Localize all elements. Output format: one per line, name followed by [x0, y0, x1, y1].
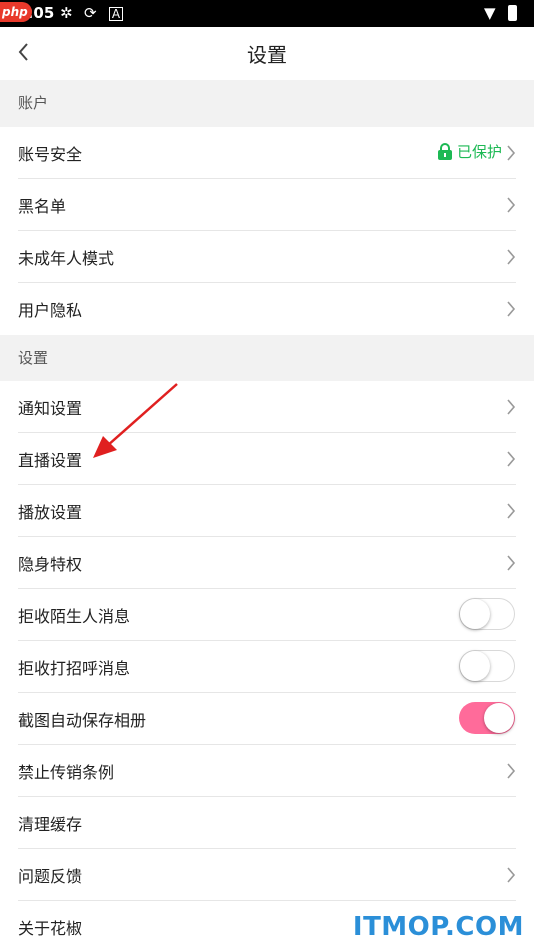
row-label: 播放设置	[18, 503, 83, 522]
nav-bar: 设置	[0, 27, 534, 79]
notification-icon: ✲	[60, 4, 73, 22]
row-label: 隐身特权	[18, 555, 83, 574]
row-label: 截图自动保存相册	[18, 711, 147, 730]
row-live-settings[interactable]: 直播设置	[0, 433, 534, 485]
php-badge: php	[0, 2, 32, 22]
row-label: 黑名单	[18, 197, 67, 216]
wifi-icon: ▼	[484, 4, 496, 22]
sync-icon: ⟳	[84, 4, 97, 22]
chevron-right-icon	[507, 763, 516, 779]
row-label: 账号安全	[18, 145, 83, 164]
section-header-settings: 设置	[0, 335, 534, 381]
reject-greeting-toggle[interactable]	[459, 650, 515, 682]
annotation-arrow-icon	[93, 383, 178, 458]
row-label: 未成年人模式	[18, 249, 115, 268]
row-label: 用户隐私	[18, 301, 83, 320]
protection-status-text: 已保护	[456, 143, 502, 161]
lock-icon	[437, 142, 452, 160]
status-bar: 3:05 php ✲ ⟳ A ▼	[0, 0, 534, 27]
row-label: 关于花椒	[18, 919, 83, 938]
row-feedback[interactable]: 问题反馈	[0, 849, 534, 901]
row-label: 拒收陌生人消息	[18, 607, 131, 626]
chevron-right-icon	[507, 867, 516, 883]
a-icon: A	[109, 7, 123, 21]
row-user-privacy[interactable]: 用户隐私	[0, 283, 534, 335]
chevron-right-icon	[507, 301, 516, 317]
row-clear-cache[interactable]: 清理缓存	[0, 797, 534, 849]
row-screenshot-auto-save: 截图自动保存相册	[0, 693, 534, 745]
chevron-right-icon	[507, 555, 516, 571]
row-reject-greeting-messages: 拒收打招呼消息	[0, 641, 534, 693]
row-label: 拒收打招呼消息	[18, 659, 131, 678]
chevron-right-icon	[507, 249, 516, 265]
row-label: 禁止传销条例	[18, 763, 115, 782]
row-mlm-rules[interactable]: 禁止传销条例	[0, 745, 534, 797]
watermark-logo: ITMOP.COM	[352, 912, 524, 942]
battery-icon	[508, 5, 517, 21]
protection-status: 已保护	[437, 141, 502, 162]
row-label: 直播设置	[18, 451, 83, 470]
row-label: 问题反馈	[18, 867, 83, 886]
section-header-account: 账户	[0, 80, 534, 127]
row-minor-mode[interactable]: 未成年人模式	[0, 231, 534, 283]
row-notification-settings[interactable]: 通知设置	[0, 381, 534, 433]
chevron-right-icon	[507, 145, 516, 161]
reject-stranger-toggle[interactable]	[459, 598, 515, 630]
chevron-right-icon	[507, 451, 516, 467]
screenshot-save-toggle[interactable]	[459, 702, 515, 734]
row-stealth-privilege[interactable]: 隐身特权	[0, 537, 534, 589]
row-account-security[interactable]: 账号安全 已保护	[0, 127, 534, 179]
chevron-right-icon	[507, 197, 516, 213]
row-playback-settings[interactable]: 播放设置	[0, 485, 534, 537]
row-blacklist[interactable]: 黑名单	[0, 179, 534, 231]
page-title: 设置	[247, 43, 287, 67]
row-label: 清理缓存	[18, 815, 83, 834]
chevron-right-icon	[507, 503, 516, 519]
chevron-right-icon	[507, 399, 516, 415]
row-label: 通知设置	[18, 399, 83, 418]
row-reject-stranger-messages: 拒收陌生人消息	[0, 589, 534, 641]
